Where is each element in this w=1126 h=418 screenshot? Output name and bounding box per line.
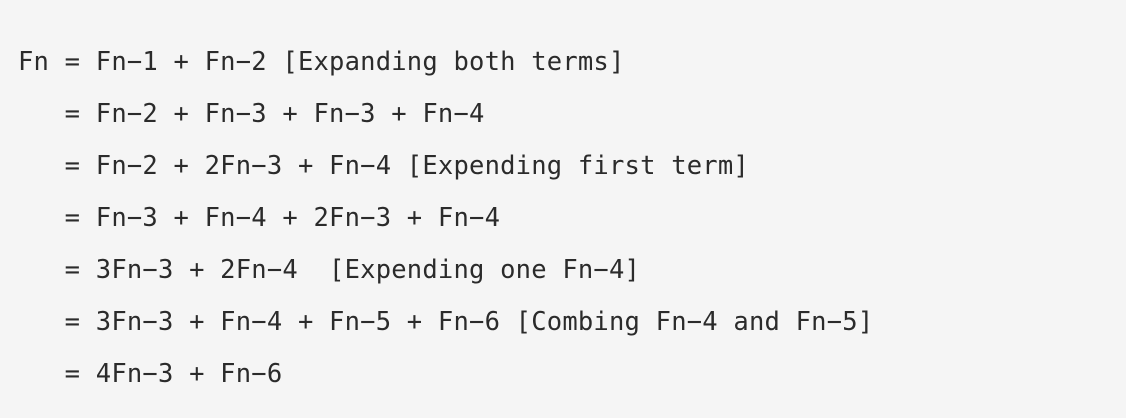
code-line-2: = Fn−2 + Fn−3 + Fn−3 + Fn−4 xyxy=(18,99,485,129)
code-line-6: = 3Fn−3 + Fn−4 + Fn−5 + Fn−6 [Combing Fn… xyxy=(18,307,874,337)
code-line-7: = 4Fn−3 + Fn−6 xyxy=(18,359,283,389)
code-line-1: Fn = Fn−1 + Fn−2 [Expanding both terms] xyxy=(18,47,625,77)
code-line-4: = Fn−3 + Fn−4 + 2Fn−3 + Fn−4 xyxy=(18,203,501,233)
code-line-3: = Fn−2 + 2Fn−3 + Fn−4 [Expending first t… xyxy=(18,151,749,181)
code-line-5: = 3Fn−3 + 2Fn−4 [Expending one Fn−4] xyxy=(18,255,641,285)
code-block: Fn = Fn−1 + Fn−2 [Expanding both terms] … xyxy=(0,0,1126,418)
